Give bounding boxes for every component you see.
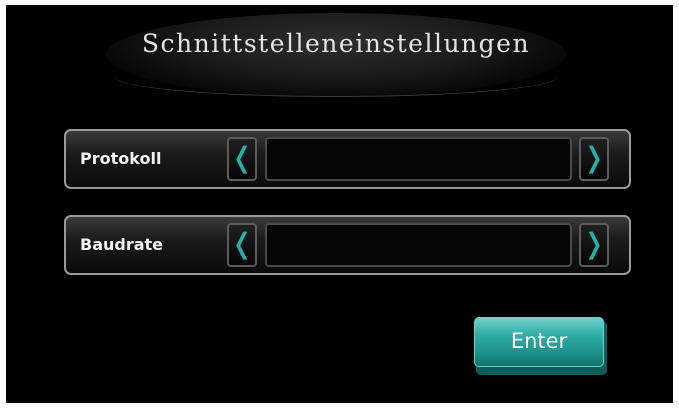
protocol-row: Protokoll ❬ ❭ bbox=[64, 129, 631, 189]
enter-button[interactable]: Enter bbox=[474, 317, 604, 367]
page-title: Schnittstelleneinstellungen bbox=[141, 29, 531, 58]
baudrate-value-field[interactable] bbox=[265, 223, 572, 267]
baudrate-row: Baudrate ❬ ❭ bbox=[64, 215, 631, 275]
chevron-right-icon: ❭ bbox=[582, 227, 606, 260]
settings-screen: Schnittstelleneinstellungen Protokoll ❬ … bbox=[6, 5, 673, 403]
protocol-label: Protokoll bbox=[80, 149, 162, 168]
baudrate-prev-button[interactable]: ❬ bbox=[227, 223, 257, 267]
chevron-left-icon: ❬ bbox=[230, 141, 254, 174]
chevron-left-icon: ❬ bbox=[230, 227, 254, 260]
baudrate-next-button[interactable]: ❭ bbox=[579, 223, 609, 267]
baudrate-label: Baudrate bbox=[80, 235, 164, 254]
chevron-right-icon: ❭ bbox=[582, 141, 606, 174]
protocol-next-button[interactable]: ❭ bbox=[579, 137, 609, 181]
protocol-value-field[interactable] bbox=[265, 137, 572, 181]
protocol-prev-button[interactable]: ❬ bbox=[227, 137, 257, 181]
